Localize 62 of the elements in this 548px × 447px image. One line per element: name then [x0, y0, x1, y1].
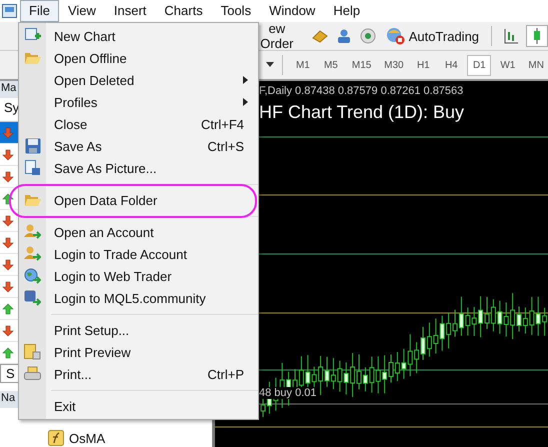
timeframe-button[interactable]: M30	[379, 54, 408, 76]
down-arrow-icon	[2, 236, 14, 248]
indicator-icon	[48, 430, 64, 446]
down-arrow-icon	[2, 258, 14, 270]
timeframe-button[interactable]: H1	[411, 54, 436, 76]
menu-item[interactable]: Print Setup...	[19, 319, 258, 341]
folder-icon	[24, 51, 41, 65]
menu-bar-item[interactable]: Charts	[155, 0, 212, 22]
timeframe-button[interactable]: M15	[346, 54, 376, 76]
menu-item[interactable]: Print Preview	[19, 341, 258, 363]
menu-bar-item[interactable]: View	[58, 0, 105, 22]
up-arrow-icon	[2, 346, 14, 358]
down-arrow-icon	[2, 214, 14, 226]
menu-item[interactable]: Save As Picture...	[19, 157, 258, 179]
down-arrow-icon	[2, 148, 14, 160]
menu-item[interactable]: New Chart	[19, 25, 258, 47]
down-arrow-icon	[2, 170, 14, 182]
menu-bar-item[interactable]: Help	[324, 0, 370, 22]
autotrading-icon	[384, 27, 405, 45]
up-arrow-icon	[2, 302, 14, 314]
menu-bar-item[interactable]: File	[20, 0, 59, 22]
printer-icon	[24, 366, 41, 382]
menu-bar-item[interactable]: Window	[260, 0, 324, 22]
user-icon	[24, 246, 41, 262]
signal-icon[interactable]	[358, 28, 377, 44]
menu-item[interactable]: Close Ctrl+F4	[19, 113, 258, 135]
timeframe-button[interactable]: MN	[523, 54, 548, 76]
candlestick-icon[interactable]	[526, 25, 548, 47]
up-arrow-icon	[2, 192, 14, 204]
picture-save-icon	[24, 160, 40, 176]
menu-item[interactable]: Save As Ctrl+S	[19, 135, 258, 157]
timeframe-button[interactable]: W1	[495, 54, 520, 76]
ingot-icon[interactable]	[310, 28, 329, 44]
down-arrow-icon	[2, 126, 14, 138]
menu-item[interactable]: Print... Ctrl+P	[19, 363, 258, 385]
timeframe-button[interactable]: M1	[290, 54, 315, 76]
folder-icon	[24, 193, 41, 207]
down-arrow-icon	[2, 280, 14, 292]
print-preview-icon	[24, 344, 41, 360]
menu-item[interactable]: Open Data Folder	[19, 189, 258, 211]
order-label: 48 buy 0.01	[259, 387, 316, 399]
chart-info: F,Daily 0.87438 0.87579 0.87261 0.87563	[259, 85, 464, 97]
navigator-item[interactable]: OsMA	[69, 430, 106, 446]
community-icon	[24, 290, 41, 306]
autotrading-button[interactable]: AutoTrading	[382, 25, 482, 47]
menu-item[interactable]: Login to Web Trader	[19, 265, 258, 287]
menu-bar-item[interactable]: Tools	[212, 0, 260, 22]
chart-title: HF Chart Trend (1D): Buy	[259, 102, 464, 123]
user-icon	[24, 224, 41, 240]
dropdown-caret-icon[interactable]	[266, 62, 274, 68]
bar-chart-icon[interactable]	[502, 27, 520, 45]
down-arrow-icon	[2, 324, 14, 336]
globe-icon	[24, 268, 41, 284]
menu-item[interactable]: Login to Trade Account	[19, 243, 258, 265]
timeframe-button[interactable]: D1	[467, 54, 492, 76]
timeframe-button[interactable]: H4	[439, 54, 464, 76]
menu-item[interactable]: Login to MQL5.community	[19, 287, 258, 309]
app-logo-icon	[2, 4, 17, 18]
timeframe-button[interactable]: M5	[318, 54, 343, 76]
menu-bar-item[interactable]: Insert	[104, 0, 156, 22]
menu-item[interactable]: Open Offline	[19, 47, 258, 69]
menu-item[interactable]: Open an Account	[19, 221, 258, 243]
